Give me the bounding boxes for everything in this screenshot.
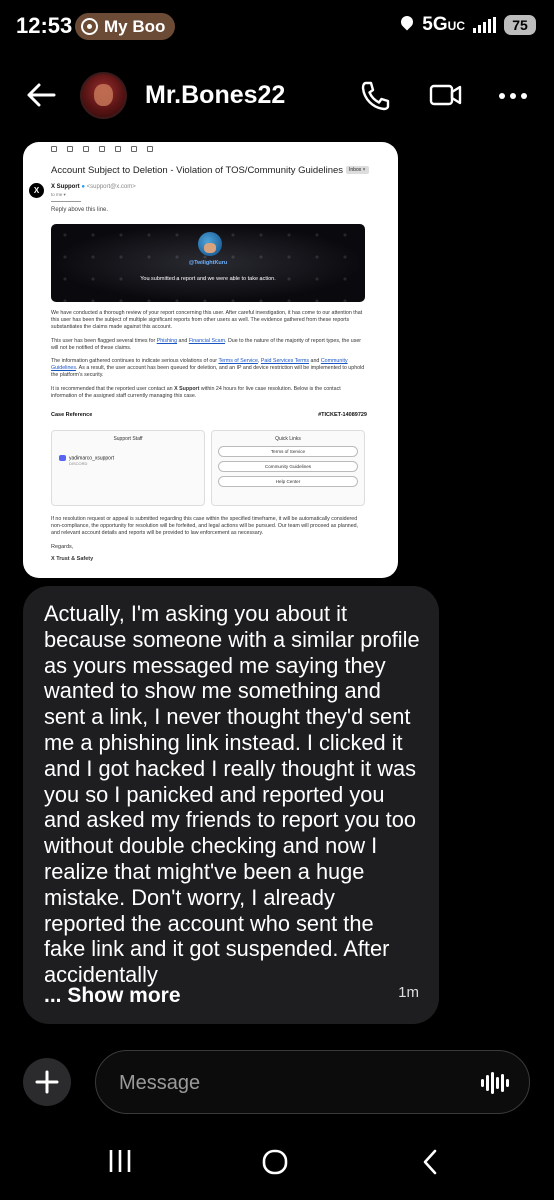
email-subject: Account Subject to Deletion - Violation …	[51, 165, 369, 176]
active-call-label: My Boo	[104, 16, 166, 36]
signal-icon	[473, 17, 496, 33]
active-call-pill[interactable]: My Boo	[75, 13, 176, 40]
home-icon[interactable]	[261, 1148, 289, 1176]
plus-icon	[35, 1070, 59, 1094]
voice-wave-icon[interactable]	[481, 1072, 509, 1094]
email-toolbar	[51, 146, 153, 152]
system-nav-bar	[0, 1140, 554, 1190]
banner-text: You submitted a report and we were able …	[140, 276, 276, 282]
status-time: 12:53	[16, 13, 73, 38]
support-staff-title: Support Staff	[113, 436, 143, 442]
email-signature: X Trust & Safety	[51, 556, 94, 562]
nav-back-icon[interactable]	[421, 1148, 439, 1176]
email-banner: @TwilightKuru You submitted a report and…	[51, 224, 365, 302]
quick-link-help: Help Center	[218, 476, 358, 487]
show-more-link[interactable]: ... Show more	[44, 984, 181, 1008]
image-message[interactable]: Account Subject to Deletion - Violation …	[23, 142, 398, 578]
recents-icon[interactable]	[108, 1148, 132, 1174]
email-sender: X Support ● <support@x.com>	[51, 184, 136, 190]
quick-links-box: Quick Links Terms of Service Community G…	[211, 430, 365, 506]
email-recipient: to me ▾	[51, 192, 66, 197]
location-icon	[400, 16, 414, 34]
banner-handle: @TwilightKuru	[188, 260, 228, 266]
case-reference-row: Case Reference #TICKET-14089729	[51, 412, 367, 418]
avatar[interactable]	[80, 72, 127, 119]
quick-link-guidelines: Community Guidelines	[218, 461, 358, 472]
x-logo-icon: X	[29, 183, 44, 198]
discord-icon	[59, 455, 66, 461]
message-time: 1m	[398, 984, 419, 1001]
quick-links-title: Quick Links	[275, 436, 301, 442]
email-paragraph-5: If no resolution request or appeal is su…	[51, 516, 359, 536]
quick-link-tos: Terms of Service	[218, 446, 358, 457]
status-indicators: 5GUC 75	[400, 14, 536, 36]
chat-header: Mr.Bones22	[0, 62, 554, 128]
more-dots-icon[interactable]	[498, 92, 528, 100]
message-text: Actually, I'm asking you about it becaus…	[44, 601, 420, 988]
reply-line-text: Reply above this line.	[51, 207, 109, 213]
chat-username[interactable]: Mr.Bones22	[145, 81, 285, 110]
add-attachment-button[interactable]	[23, 1058, 71, 1106]
battery-icon: 75	[504, 15, 536, 35]
message-input[interactable]	[119, 1068, 439, 1098]
live-ring-icon	[81, 18, 98, 35]
email-paragraph-4: It is recommended that the reported user…	[51, 386, 341, 399]
staff-contact: yadimarco_xsupport DISCORD	[59, 455, 114, 467]
email-paragraph-1: We have conducted a thorough review of y…	[51, 310, 363, 330]
message-composer	[95, 1050, 530, 1114]
email-paragraph-3: The information gathered continues to in…	[51, 358, 365, 378]
status-bar: 12:53 My Boo 5GUC 75	[0, 0, 554, 52]
text-message[interactable]: Actually, I'm asking you about it becaus…	[23, 586, 439, 1024]
network-label: 5GUC	[422, 14, 465, 35]
video-camera-icon[interactable]	[429, 80, 463, 110]
phone-icon[interactable]	[360, 80, 390, 112]
reported-user-avatar	[198, 232, 222, 256]
email-regards: Regards,	[51, 544, 74, 550]
email-paragraph-2: This user has been flagged several times…	[51, 338, 362, 351]
divider	[51, 201, 81, 202]
back-arrow-icon[interactable]	[26, 82, 56, 108]
support-staff-box: Support Staff yadimarco_xsupport DISCORD	[51, 430, 205, 506]
